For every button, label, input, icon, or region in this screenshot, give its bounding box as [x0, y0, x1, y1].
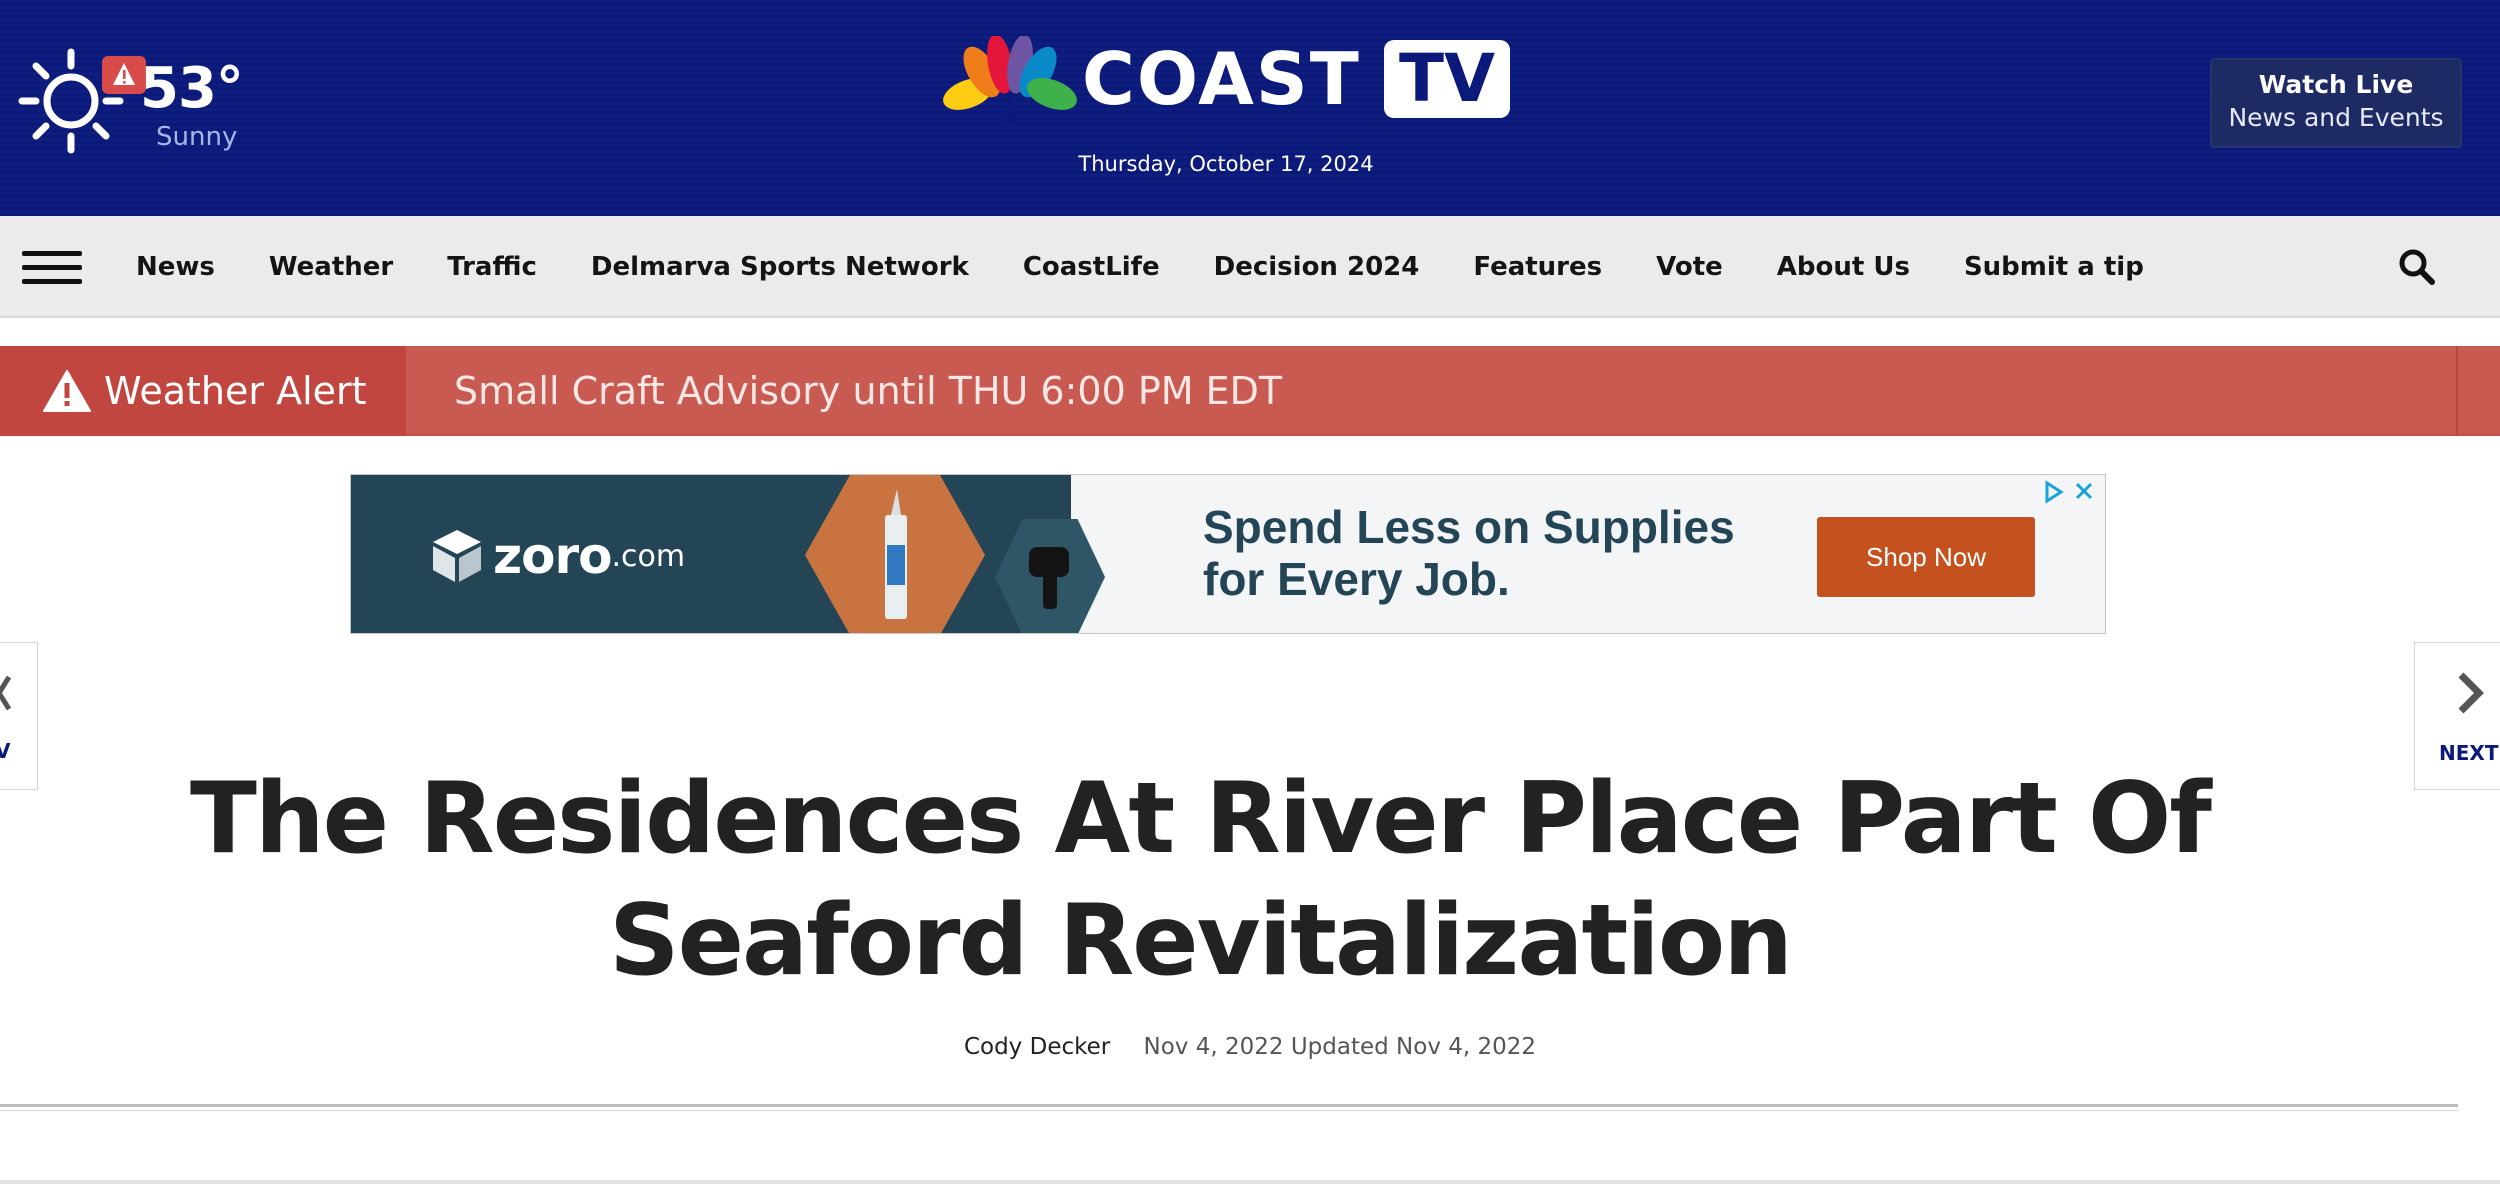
- ad-headline-line2: for Every Job.: [1203, 553, 1510, 605]
- chevron-left-icon: [0, 675, 12, 711]
- divider-thin: [0, 1110, 2458, 1111]
- divider: [0, 1104, 2458, 1107]
- article-byline: Cody Decker Nov 4, 2022 Updated Nov 4, 2…: [0, 1034, 2500, 1060]
- weather-condition: Sunny: [156, 122, 238, 152]
- prev-article-button[interactable]: V: [0, 642, 38, 790]
- nav-item-traffic[interactable]: Traffic: [447, 252, 537, 282]
- ad-logo: zoro .com: [431, 527, 685, 585]
- next-article-button[interactable]: NEXT: [2414, 642, 2500, 790]
- weather-alert-label: Weather Alert: [0, 346, 406, 436]
- nav-item-about-us[interactable]: About Us: [1777, 252, 1910, 282]
- prev-label: V: [0, 739, 11, 763]
- ad-headline: Spend Less on Supplies for Every Job.: [1203, 501, 1735, 605]
- nav-item-weather[interactable]: Weather: [269, 252, 393, 282]
- chevron-right-icon: [2458, 672, 2484, 714]
- ad-headline-line1: Spend Less on Supplies: [1203, 501, 1735, 553]
- brand-name: COAST: [1082, 37, 1361, 121]
- nav-item-submit-a-tip[interactable]: Submit a tip: [1964, 252, 2144, 282]
- peacock-logo: [943, 36, 1077, 122]
- weather-alert-title: Weather Alert: [104, 369, 367, 413]
- nav-menu: News Weather Traffic Delmarva Sports Net…: [136, 216, 2198, 318]
- nav-item-delmarva-sports-network[interactable]: Delmarva Sports Network: [591, 252, 969, 282]
- ad-brand-name: zoro: [493, 527, 612, 585]
- watch-live-subtitle: News and Events: [2228, 103, 2444, 132]
- cube-icon: [433, 530, 481, 582]
- article-dates: Nov 4, 2022 Updated Nov 4, 2022: [1143, 1034, 1537, 1060]
- next-label: NEXT: [2439, 741, 2499, 765]
- alert-divider: [2456, 346, 2458, 436]
- current-date: Thursday, October 17, 2024: [1078, 152, 1374, 176]
- watch-live-title: Watch Live: [2258, 70, 2414, 99]
- nav-item-coastlife[interactable]: CoastLife: [1023, 252, 1160, 282]
- watch-live-button[interactable]: Watch Live News and Events: [2210, 58, 2462, 148]
- hamburger-icon[interactable]: [22, 251, 82, 285]
- nav-item-vote[interactable]: Vote: [1656, 252, 1723, 282]
- content-edge: [0, 1180, 2500, 1184]
- weather-alert-message[interactable]: Small Craft Advisory until THU 6:00 PM E…: [454, 346, 1282, 436]
- temperature: 53°: [140, 56, 244, 121]
- weather-alert-bar[interactable]: Weather Alert Small Craft Advisory until…: [0, 346, 2500, 436]
- brand-badge: TV: [1384, 40, 1510, 118]
- ad-choices-icon[interactable]: [2041, 479, 2101, 505]
- advertisement-banner[interactable]: zoro .com Spend Less on Supplies for Eve…: [350, 474, 2106, 634]
- author-name[interactable]: Cody Decker: [964, 1034, 1110, 1060]
- nav-item-decision-2024[interactable]: Decision 2024: [1214, 252, 1420, 282]
- nav-item-features[interactable]: Features: [1473, 252, 1602, 282]
- shop-now-button[interactable]: Shop Now: [1817, 517, 2035, 597]
- site-logo[interactable]: COAST TV: [940, 36, 1510, 122]
- main-nav: News Weather Traffic Delmarva Sports Net…: [0, 216, 2500, 318]
- weather-widget[interactable]: 53° Sunny: [16, 38, 246, 158]
- search-icon[interactable]: [2396, 246, 2438, 288]
- ad-brand-suffix: .com: [611, 538, 686, 574]
- article-title: The Residences At River Place Part Of Se…: [190, 762, 2212, 998]
- warning-icon: [43, 370, 91, 412]
- nav-item-news[interactable]: News: [136, 252, 215, 282]
- site-header: 53° Sunny COAST TV Thursday, October 17,…: [0, 0, 2500, 216]
